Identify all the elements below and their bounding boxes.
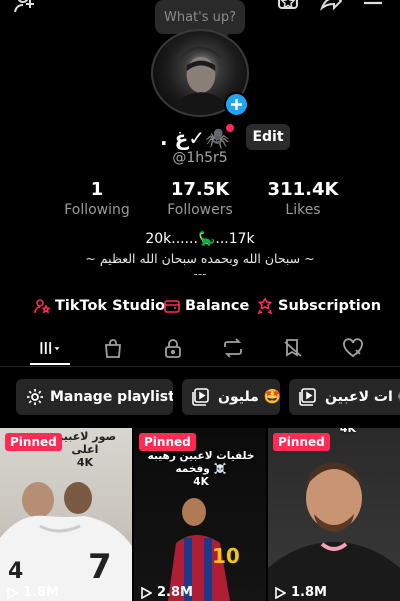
stat-value: 1: [90, 179, 104, 200]
stat-value: 17.5K: [170, 179, 230, 200]
plus-icon: [231, 99, 242, 110]
new-indicator-dot: [226, 124, 234, 132]
tiktok-studio-label: TikTok Studio: [55, 298, 166, 314]
play-icon: [7, 586, 18, 599]
video-caption: خلفيات لاعبين رهيبه وفخمه ☠️ 4K: [147, 450, 255, 488]
stat-label: Followers: [167, 202, 233, 218]
bio-line: ~ سبحان الله وبحمده سبحان الله العظيم ~: [85, 251, 315, 266]
stat-value: 311.4K: [267, 179, 339, 200]
profile-tabs: [0, 331, 400, 367]
share-icon[interactable]: [319, 0, 343, 14]
pinned-badge: Pinned: [5, 433, 62, 451]
repost-icon: [224, 338, 242, 358]
playlist-chip-label: مليون 🤩: [218, 389, 280, 405]
video-thumbnail[interactable]: 4K Pinned 1.8M: [268, 428, 400, 601]
subscription-label: Subscription: [278, 298, 382, 314]
view-count: 2.8M: [140, 585, 193, 600]
stat-following[interactable]: 1 Following: [52, 179, 142, 218]
menu-icon[interactable]: [362, 0, 384, 14]
play-icon: [141, 586, 152, 599]
subscription-icon: [257, 298, 273, 314]
wallet-icon: [164, 300, 180, 313]
grid-icon: [40, 342, 60, 354]
pinned-badge: Pinned: [273, 433, 330, 451]
tab-videos[interactable]: [32, 335, 68, 361]
active-tab-indicator: [30, 363, 70, 365]
play-icon: [275, 586, 286, 599]
status-placeholder: What's up?: [163, 10, 237, 25]
balance-label: Balance: [185, 298, 250, 314]
hidden-like-icon: [284, 339, 302, 357]
manage-playlists-label: Manage playlists: [50, 389, 173, 405]
playlist-chip-label: ات لاعبين ⚽: [325, 389, 400, 405]
edit-profile-button[interactable]: Edit: [246, 124, 290, 150]
tab-private[interactable]: [158, 335, 188, 361]
subscription-button[interactable]: Subscription: [257, 295, 381, 317]
person-star-icon: [34, 299, 50, 314]
video-thumbnail[interactable]: 4 7 صور لاعبين اعلى 4K Pinned 1.8M: [0, 428, 132, 601]
gear-icon: [27, 389, 43, 405]
stat-label: Following: [64, 202, 130, 218]
video-thumbnail[interactable]: 10 خلفيات لاعبين رهيبه وفخمه ☠️ 4K Pinne…: [134, 428, 266, 601]
heart-hidden-icon: [343, 338, 363, 358]
playlist-icon: [299, 388, 316, 406]
view-count-label: 2.8M: [157, 585, 193, 600]
view-count: 1.8M: [6, 585, 59, 600]
stat-followers[interactable]: 17.5K Followers: [155, 179, 245, 218]
bio-line: 20k......🦕...17k: [145, 231, 255, 247]
view-count-label: 1.8M: [291, 585, 327, 600]
manage-playlists-button[interactable]: Manage playlists: [16, 379, 173, 415]
tab-liked[interactable]: [338, 335, 368, 361]
star-box-icon[interactable]: [277, 0, 299, 14]
tab-favorites[interactable]: [278, 335, 308, 361]
playlist-chip[interactable]: مليون 🤩: [182, 379, 280, 415]
pinned-badge: Pinned: [139, 433, 196, 451]
video-caption: 4K: [339, 428, 357, 435]
playlist-icon: [192, 388, 209, 406]
svg-text:10: 10: [212, 544, 240, 568]
stat-likes[interactable]: 311.4K Likes: [258, 179, 348, 218]
add-user-icon[interactable]: [14, 0, 36, 14]
tab-reposts[interactable]: [218, 335, 248, 361]
lock-icon: [165, 339, 181, 358]
playlist-chip[interactable]: ات لاعبين ⚽: [289, 379, 400, 415]
bio-line: ---: [193, 267, 207, 281]
svg-text:4: 4: [8, 559, 23, 584]
add-story-button[interactable]: [224, 92, 249, 117]
balance-button[interactable]: Balance: [164, 295, 249, 317]
username: @1h5r5: [172, 150, 228, 166]
display-name: . غ✓🕷️: [160, 126, 230, 150]
view-count: 1.8M: [274, 585, 327, 600]
svg-text:7: 7: [88, 547, 112, 587]
tab-shop[interactable]: [98, 335, 128, 361]
bag-icon: [105, 339, 121, 358]
tiktok-studio-button[interactable]: TikTok Studio: [34, 295, 165, 317]
view-count-label: 1.8M: [23, 585, 59, 600]
stat-label: Likes: [285, 202, 321, 218]
